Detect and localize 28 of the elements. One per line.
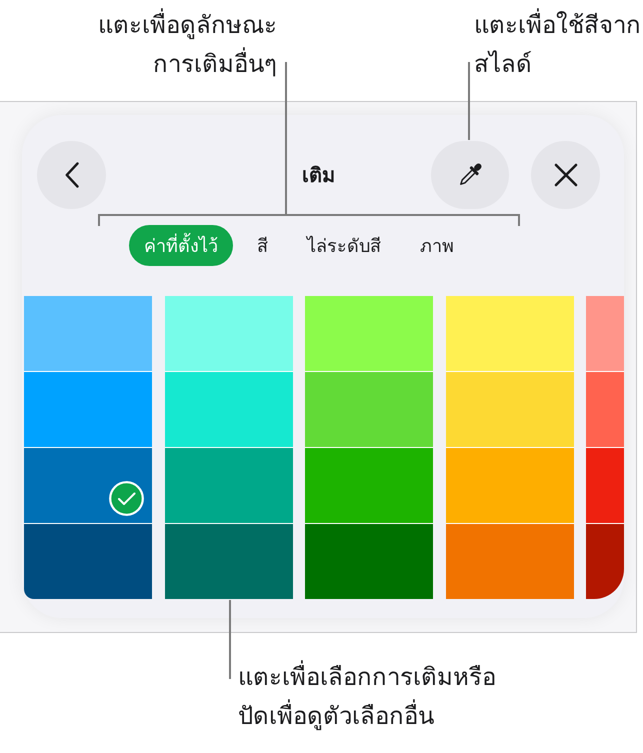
fill-tab[interactable]: สี (242, 225, 283, 266)
color-swatch[interactable] (446, 447, 574, 523)
color-swatch[interactable] (24, 447, 152, 523)
color-swatch[interactable] (586, 296, 624, 371)
color-swatch[interactable] (305, 371, 433, 447)
color-swatch[interactable] (446, 296, 574, 371)
color-swatch[interactable] (305, 296, 433, 371)
color-swatch[interactable] (24, 296, 152, 371)
color-swatch[interactable] (164, 296, 292, 371)
color-swatch[interactable] (305, 447, 433, 523)
color-swatch[interactable] (586, 447, 624, 523)
color-swatch[interactable] (446, 371, 574, 447)
color-swatch[interactable] (24, 523, 152, 599)
chevron-left-icon (64, 162, 78, 188)
color-swatch[interactable] (164, 447, 292, 523)
color-swatch[interactable] (164, 523, 292, 599)
callout-text: แตะเพื่อดูลักษณะ การเติมอื่นๆ (98, 6, 277, 101)
callout-text: แตะเพื่อใช้สีจาก สไลด์ (474, 6, 643, 101)
color-swatch[interactable] (24, 371, 152, 447)
fill-tab[interactable]: ภาพ (405, 225, 469, 266)
fill-tab[interactable]: ไล่ระดับสี (292, 225, 396, 266)
color-swatch[interactable] (305, 523, 433, 599)
color-swatch[interactable] (586, 523, 624, 599)
color-swatch[interactable] (164, 371, 292, 447)
color-swatch[interactable] (446, 523, 574, 599)
panel-title: เติม (302, 162, 335, 188)
color-swatch[interactable] (586, 371, 624, 447)
close-icon (554, 162, 578, 186)
